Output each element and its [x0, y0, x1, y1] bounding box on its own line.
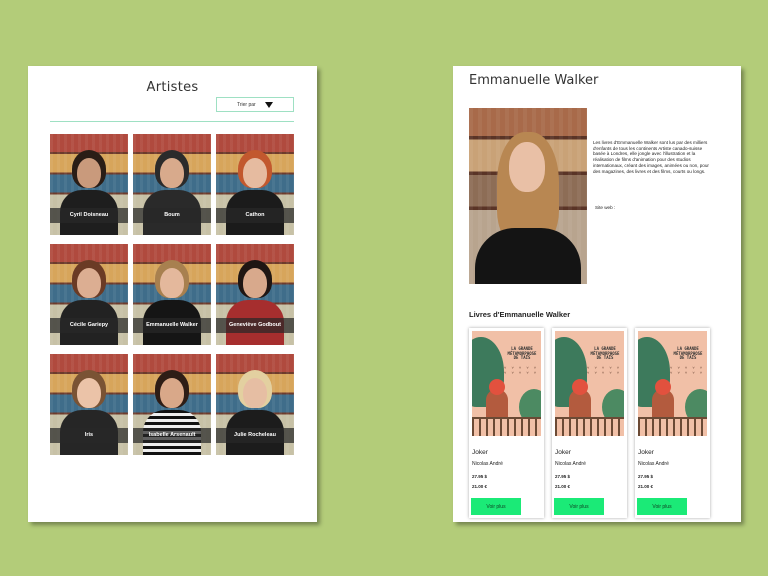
- artist-name: Isabelle Arsenault: [133, 428, 211, 443]
- cover-title: LA GRANDE MÉTAMORPHOSE DE TAÏS: [507, 346, 537, 361]
- sort-dropdown[interactable]: Trier par: [216, 97, 294, 112]
- artist-name: Cathon: [216, 208, 294, 223]
- cover-title: LA GRANDE MÉTAMORPHOSE DE TAÏS: [590, 346, 620, 361]
- book-cover: ˅ ˅ ˅ ˅ ˅ ˅ ˅ ˅ ˅ ˅ LA GRANDE MÉTAMORPHO…: [472, 331, 541, 436]
- artist-card[interactable]: Boum: [133, 134, 211, 235]
- website-link[interactable]: Site web :: [595, 205, 615, 210]
- see-more-button[interactable]: Voir plus: [637, 498, 687, 515]
- book-author: Nicolas André: [472, 461, 503, 467]
- triangle-down-icon[interactable]: [265, 102, 273, 108]
- book-card[interactable]: ˅ ˅ ˅ ˅ ˅ ˅ ˅ ˅ ˅ ˅ LA GRANDE MÉTAMORPHO…: [635, 328, 710, 518]
- book-title: Joker: [555, 449, 571, 456]
- artist-card[interactable]: Cathon: [216, 134, 294, 235]
- artist-bio: Les livres d'Emmanuelle Walker sont lus …: [593, 140, 709, 174]
- book-price-euro: 21.00 €: [555, 484, 571, 489]
- artist-name: Boum: [133, 208, 211, 223]
- see-more-button[interactable]: Voir plus: [471, 498, 521, 515]
- artist-card[interactable]: Julie Rocheleau: [216, 354, 294, 455]
- artist-heading: Emmanuelle Walker: [469, 73, 599, 88]
- sort-label: Trier par: [237, 101, 256, 108]
- page-title: Artistes: [146, 80, 199, 95]
- book-price: 27.95 $: [555, 474, 571, 479]
- artists-page: Artistes Trier par Cyril Doisneau Boum C…: [28, 66, 317, 522]
- artist-card[interactable]: Geneviève Godbout: [216, 244, 294, 345]
- books-section-title: Livres d'Emmanuelle Walker: [469, 310, 571, 319]
- book-price: 27.95 $: [472, 474, 488, 479]
- artist-name: Cyril Doisneau: [50, 208, 128, 223]
- artist-portrait: [469, 108, 587, 284]
- book-price-euro: 21.00 €: [638, 484, 654, 489]
- artist-card[interactable]: Cyril Doisneau: [50, 134, 128, 235]
- book-price-euro: 21.00 €: [472, 484, 488, 489]
- artist-name: Julie Rocheleau: [216, 428, 294, 443]
- artist-card[interactable]: Cécile Gariepy: [50, 244, 128, 345]
- artist-card[interactable]: Iris: [50, 354, 128, 455]
- artist-name: Emmanuelle Walker: [133, 318, 211, 333]
- artist-name: Iris: [50, 428, 128, 443]
- book-cover: ˅ ˅ ˅ ˅ ˅ ˅ ˅ ˅ ˅ ˅ LA GRANDE MÉTAMORPHO…: [555, 331, 624, 436]
- book-author: Nicolas André: [638, 461, 669, 467]
- artist-grid: Cyril Doisneau Boum Cathon Cécile Gariep…: [50, 134, 295, 456]
- artist-card[interactable]: Isabelle Arsenault: [133, 354, 211, 455]
- book-title: Joker: [472, 449, 488, 456]
- book-title: Joker: [638, 449, 654, 456]
- artist-name: Geneviève Godbout: [216, 318, 294, 333]
- book-card[interactable]: ˅ ˅ ˅ ˅ ˅ ˅ ˅ ˅ ˅ ˅ LA GRANDE MÉTAMORPHO…: [469, 328, 544, 518]
- cover-title: LA GRANDE MÉTAMORPHOSE DE TAÏS: [673, 346, 703, 361]
- artist-card[interactable]: Emmanuelle Walker: [133, 244, 211, 345]
- artist-name: Cécile Gariepy: [50, 318, 128, 333]
- see-more-button[interactable]: Voir plus: [554, 498, 604, 515]
- book-price: 27.95 $: [638, 474, 654, 479]
- book-cover: ˅ ˅ ˅ ˅ ˅ ˅ ˅ ˅ ˅ ˅ LA GRANDE MÉTAMORPHO…: [638, 331, 707, 436]
- book-author: Nicolas André: [555, 461, 586, 467]
- book-card[interactable]: ˅ ˅ ˅ ˅ ˅ ˅ ˅ ˅ ˅ ˅ LA GRANDE MÉTAMORPHO…: [552, 328, 627, 518]
- artist-detail-page: Emmanuelle Walker Les livres d'Emmanuell…: [453, 66, 741, 522]
- divider: [50, 121, 294, 122]
